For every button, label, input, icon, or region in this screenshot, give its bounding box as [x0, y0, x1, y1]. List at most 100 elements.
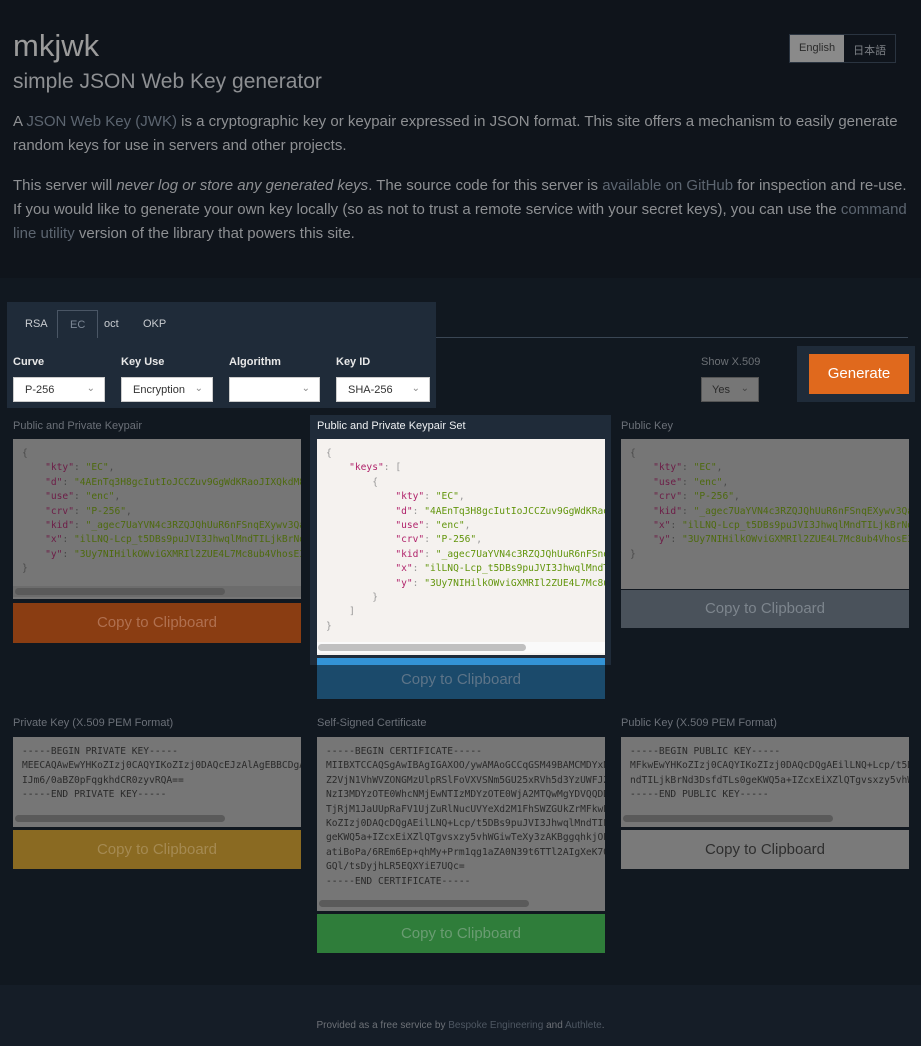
- private-pem-scrollbar[interactable]: [15, 815, 225, 822]
- json-value: "P-256": [435, 534, 477, 546]
- json-value: "P-256": [693, 491, 734, 503]
- json-punct: [22, 520, 45, 531]
- json-punct: [22, 534, 45, 545]
- code-line: "keys": [: [326, 461, 596, 475]
- certificate-label: Self-Signed Certificate: [317, 717, 427, 729]
- json-punct: [22, 491, 45, 502]
- copy-keypair-set-button[interactable]: Copy to Clipboard: [317, 665, 605, 699]
- page-title: mkjwk: [13, 28, 100, 63]
- json-punct: :: [74, 462, 86, 474]
- json-punct: ,: [458, 491, 465, 503]
- lang-japanese[interactable]: 日本語: [844, 35, 895, 62]
- generate-button[interactable]: Generate: [809, 354, 909, 394]
- json-punct: [630, 462, 653, 473]
- json-punct: [326, 506, 395, 517]
- copy-keypair-button[interactable]: Copy to Clipboard: [13, 603, 301, 643]
- copy-private-pem-button[interactable]: Copy to Clipboard: [13, 830, 301, 869]
- json-punct: {: [630, 448, 636, 459]
- show-x509-select[interactable]: Yes ⌄: [701, 377, 759, 402]
- curve-select[interactable]: P-256 ⌄: [13, 377, 105, 402]
- key-id-label: Key ID: [336, 356, 371, 368]
- json-punct: ]: [326, 606, 355, 618]
- tab-rsa[interactable]: RSA: [13, 310, 60, 338]
- json-punct: [326, 462, 349, 473]
- code-line: "crv": "P-256",: [326, 533, 596, 547]
- json-value: "P-256": [85, 505, 126, 517]
- code-line: }: [326, 591, 596, 605]
- json-key: "use": [45, 491, 74, 503]
- json-punct: :: [424, 548, 436, 560]
- json-punct: [630, 506, 653, 517]
- key-use-value: Encryption: [133, 384, 185, 396]
- json-punct: :: [682, 462, 694, 474]
- lang-english[interactable]: English: [790, 35, 845, 62]
- json-punct: {: [22, 448, 28, 459]
- authlete-link[interactable]: Authlete: [565, 1020, 602, 1031]
- public-pem-code[interactable]: -----BEGIN PUBLIC KEY----- MFkwEwYHKoZIz…: [621, 737, 909, 827]
- json-value: "3Uy7NIHilkOWviGXMRIl2ZUE4L7Mc8ub4VhosE3…: [74, 548, 301, 560]
- json-punct: :: [74, 491, 86, 503]
- code-line: }: [22, 562, 292, 576]
- json-value: "_agec7UaYVN4c3RZQJQhUuR6nFSnqEXywv3QaI: [693, 505, 909, 517]
- chevron-down-icon: ⌄: [194, 383, 203, 394]
- json-key: "x": [653, 520, 671, 532]
- json-value: "3Uy7NIHilkOWviGXMRIl2ZUE4L7Mc8ub4VhosE3…: [682, 534, 909, 546]
- key-use-select[interactable]: Encryption ⌄: [121, 377, 213, 402]
- text: . The source code for this server is: [368, 177, 603, 194]
- copy-public-key-button[interactable]: Copy to Clipboard: [621, 590, 909, 628]
- json-punct: [: [395, 462, 402, 474]
- key-id-select[interactable]: SHA-256 ⌄: [336, 377, 430, 402]
- keypair-set-label: Public and Private Keypair Set: [317, 420, 466, 432]
- json-punct: [22, 462, 45, 473]
- json-key: "kid": [45, 520, 74, 532]
- bespoke-link[interactable]: Bespoke Engineering: [448, 1020, 543, 1031]
- json-value: "EC": [85, 462, 109, 474]
- certificate-scrollbar[interactable]: [319, 900, 529, 907]
- json-key: "use": [653, 476, 682, 488]
- json-punct: :: [670, 534, 682, 546]
- keypair-code[interactable]: { "kty": "EC", "d": "4AEnTq3H8gcIutIoJCC…: [13, 439, 301, 599]
- copy-certificate-button[interactable]: Copy to Clipboard: [317, 914, 605, 953]
- code-line: "x": "ilLNQ-Lcp_t5DBs9puJVI3JhwqlMndTILj…: [630, 519, 909, 533]
- json-key: "d": [395, 505, 413, 517]
- json-punct: :: [412, 505, 425, 517]
- json-value: "_agec7UaYVN4c3RZQJQhUuR6nFSnqEXywv3QaI: [85, 520, 301, 532]
- keypair-set-scrollbar[interactable]: [318, 644, 526, 651]
- public-pem-label: Public Key (X.509 PEM Format): [621, 717, 777, 729]
- json-value: "enc": [435, 520, 465, 532]
- code-line: "kid": "_agec7UaYVN4c3RZQJQhUuR6nFSnqE: [326, 548, 605, 562]
- json-punct: }: [22, 563, 28, 575]
- github-link[interactable]: available on GitHub: [602, 177, 733, 194]
- json-punct: [22, 477, 45, 488]
- algorithm-select[interactable]: ⌄: [229, 377, 320, 402]
- public-pem-scrollbar[interactable]: [623, 815, 833, 822]
- intro-paragraph: A JSON Web Key (JWK) is a cryptographic …: [13, 110, 908, 158]
- public-key-code[interactable]: { "kty": "EC", "use": "enc", "crv": "P-2…: [621, 439, 909, 589]
- private-pem-label: Private Key (X.509 PEM Format): [13, 717, 174, 729]
- code-line: "crv": "P-256",: [22, 505, 292, 519]
- tab-oct[interactable]: oct: [92, 310, 131, 338]
- jwk-link[interactable]: JSON Web Key (JWK): [26, 113, 177, 130]
- code-line: "y": "3Uy7NIHilkOWviGXMRIl2ZUE4L7Mc8ub4V…: [630, 533, 909, 547]
- json-punct: ,: [108, 462, 115, 474]
- json-punct: [326, 549, 395, 560]
- keypair-scrollbar[interactable]: [15, 588, 225, 595]
- show-x509-value: Yes: [712, 384, 730, 396]
- json-value: "enc": [85, 491, 115, 503]
- code-line: "x": "ilLNQ-Lcp_t5DBs9puJVI3JhwqlMndTILj…: [22, 533, 301, 547]
- tab-okp[interactable]: OKP: [131, 310, 178, 338]
- code-line: {: [630, 447, 900, 461]
- private-pem-code[interactable]: -----BEGIN PRIVATE KEY----- MEECAQAwEwYH…: [13, 737, 301, 827]
- code-line: "kty": "EC",: [22, 461, 292, 475]
- code-line: ]: [326, 605, 596, 619]
- copy-public-pem-button[interactable]: Copy to Clipboard: [621, 830, 909, 869]
- json-punct: [630, 534, 653, 545]
- json-punct: }: [630, 548, 636, 560]
- json-punct: :: [74, 505, 86, 517]
- json-value: "enc": [693, 476, 723, 488]
- json-punct: }: [326, 620, 332, 632]
- keypair-set-code[interactable]: { "keys": [ { "kty": "EC", "d": "4AEnTq3…: [317, 439, 605, 655]
- certificate-code[interactable]: -----BEGIN CERTIFICATE----- MIIBXTCCAQSg…: [317, 737, 605, 911]
- privacy-paragraph: This server will never log or store any …: [13, 174, 908, 246]
- json-value: "EC": [693, 462, 717, 474]
